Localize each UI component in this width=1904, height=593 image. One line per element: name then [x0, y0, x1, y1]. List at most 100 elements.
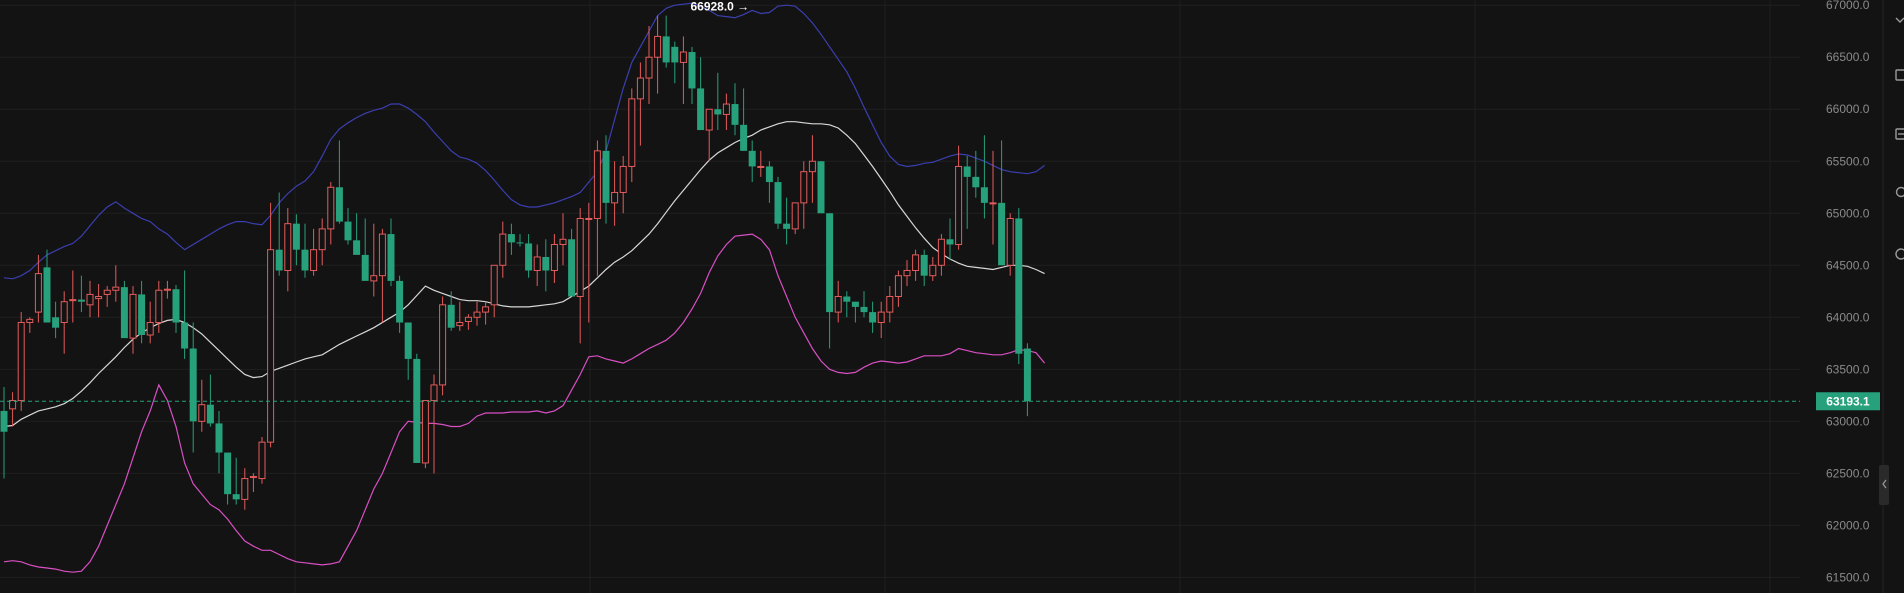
candle-body-89 — [765, 166, 773, 183]
candle-body-112 — [963, 166, 971, 177]
candle-body-64 — [550, 243, 558, 271]
candle-body-51 — [439, 304, 447, 386]
candle-body-8 — [69, 299, 77, 302]
candle-body-71 — [611, 191, 619, 204]
candle-body-114 — [980, 187, 988, 203]
candle-body-96 — [826, 213, 834, 313]
candle-body-45 — [387, 234, 395, 281]
candle-body-47 — [404, 322, 412, 359]
candle-body-77 — [662, 36, 670, 63]
candle-body-104 — [894, 275, 902, 298]
candle-body-14 — [120, 287, 128, 339]
candle-body-37 — [318, 228, 326, 251]
candle-body-60 — [516, 242, 524, 244]
candle-body-79 — [679, 51, 687, 63]
candle-body-66 — [568, 239, 576, 297]
candle-body-9 — [77, 299, 85, 302]
candle-body-53 — [456, 322, 464, 327]
candle-body-117 — [1006, 217, 1014, 266]
candle-body-31 — [267, 249, 275, 443]
candle-body-81 — [697, 88, 705, 131]
candle-body-93 — [800, 171, 808, 204]
candle-body-18 — [155, 289, 163, 324]
candle-body-6 — [52, 317, 60, 328]
current-price-tag-text: 63193.1 — [1826, 394, 1870, 408]
candle-body-98 — [843, 296, 851, 302]
candle-body-2 — [17, 322, 25, 402]
candle-body-88 — [757, 165, 765, 168]
candle-body-113 — [972, 176, 980, 188]
candle-body-39 — [335, 187, 343, 222]
candle-body-102 — [877, 311, 885, 324]
candle-body-34 — [292, 223, 300, 250]
candle-body-12 — [103, 289, 111, 295]
candle-body-100 — [860, 306, 868, 313]
candle-body-116 — [998, 202, 1006, 266]
candle-body-97 — [834, 296, 842, 313]
y-tick-label-1: 62000.0 — [1826, 518, 1870, 532]
candle-body-28 — [241, 478, 249, 500]
candle-body-15 — [129, 293, 137, 339]
candle-body-20 — [172, 289, 180, 323]
candle-body-58 — [499, 233, 507, 266]
y-tick-label-4: 63500.0 — [1826, 362, 1870, 376]
candle-body-49 — [421, 400, 429, 464]
toolbar-collapse-handle[interactable] — [1879, 465, 1889, 505]
candle-body-48 — [413, 358, 421, 463]
candle-body-59 — [507, 234, 515, 243]
y-tick-label-9: 66000.0 — [1826, 102, 1870, 116]
candle-body-78 — [671, 46, 679, 63]
candle-body-7 — [60, 301, 68, 324]
current-price-tag: 63193.1 — [1816, 392, 1880, 411]
candle-body-27 — [232, 494, 240, 500]
y-tick-label-3: 63000.0 — [1826, 414, 1870, 428]
candle-body-54 — [464, 316, 472, 322]
candle-body-10 — [86, 293, 94, 306]
y-tick-label-6: 64500.0 — [1826, 258, 1870, 272]
candle-body-103 — [886, 296, 894, 313]
candle-body-1 — [9, 400, 17, 410]
candle-body-61 — [525, 243, 533, 271]
candle-body-82 — [705, 108, 713, 131]
candle-body-119 — [1023, 348, 1031, 402]
candle-body-13 — [112, 286, 120, 291]
candle-body-50 — [430, 384, 438, 402]
candle-body-21 — [181, 322, 189, 349]
candle-body-11 — [95, 296, 103, 300]
candle-body-85 — [731, 104, 739, 125]
candle-body-111 — [955, 165, 963, 245]
candle-body-17 — [146, 322, 154, 336]
candle-body-41 — [353, 240, 361, 255]
candle-118 — [1015, 208, 1023, 365]
candle-body-16 — [138, 294, 146, 335]
candle-body-118 — [1015, 218, 1023, 354]
y-tick-label-5: 64000.0 — [1826, 310, 1870, 324]
candle-2 — [17, 312, 25, 411]
candle-body-105 — [903, 269, 911, 277]
candle-body-108 — [929, 264, 937, 277]
candle-14 — [120, 280, 128, 339]
candle-body-69 — [593, 150, 601, 219]
candle-90 — [774, 176, 782, 229]
candle-body-75 — [645, 56, 653, 79]
candle-body-22 — [189, 348, 197, 422]
candle-30 — [258, 436, 266, 484]
candle-body-99 — [851, 301, 859, 307]
candle-body-57 — [490, 264, 498, 306]
candle-body-86 — [740, 124, 748, 151]
candlestick-chart[interactable]: 66928.0 → 61500.0 62000.0 62500.0 63000.0 63… — [0, 0, 1904, 593]
candle-body-72 — [619, 165, 627, 193]
candle-body-43 — [370, 275, 378, 282]
candle-body-38 — [327, 186, 335, 230]
candle-body-90 — [774, 182, 782, 224]
candle-body-101 — [869, 312, 877, 323]
candle-body-95 — [817, 161, 825, 214]
candle-body-80 — [688, 52, 696, 89]
candle-body-24 — [206, 404, 214, 424]
candle-body-36 — [310, 249, 318, 271]
candle-body-30 — [258, 441, 266, 480]
y-tick-label-0: 61500.0 — [1826, 570, 1870, 584]
candle-body-84 — [722, 103, 730, 115]
candle-body-76 — [654, 35, 662, 58]
y-tick-label-2: 62500.0 — [1826, 466, 1870, 480]
